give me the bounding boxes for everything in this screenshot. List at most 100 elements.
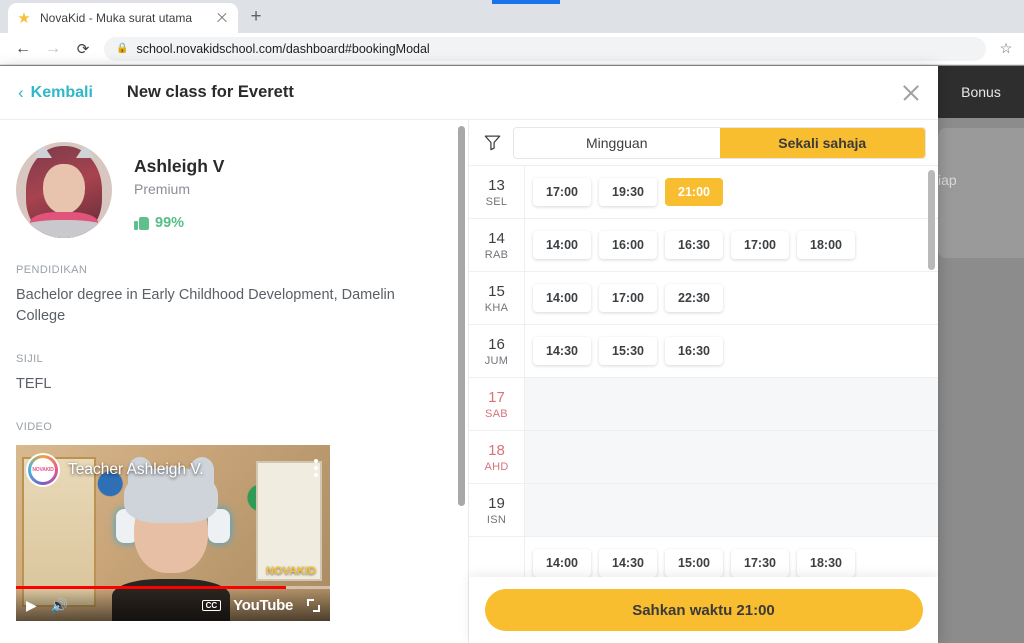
video-player[interactable]: NOVAKID Teacher Ashleigh V. NOVAKID ▶ 🔊 … — [16, 445, 330, 621]
time-slot[interactable]: 14:00 — [533, 549, 591, 577]
schedule-footer: Sahkan waktu 21:00 — [469, 577, 938, 643]
closed-captions-icon[interactable]: CC — [201, 599, 222, 611]
browser-tab-strip: ★ NovaKid - Muka surat utama + — [0, 0, 1024, 33]
schedule-mode-toggle: Mingguan Sekali sahaja — [513, 126, 926, 159]
novakid-logo-icon: NOVAKID — [26, 453, 60, 487]
education-text: Bachelor degree in Early Childhood Devel… — [16, 287, 395, 324]
time-slot-group — [525, 378, 938, 430]
time-slot[interactable]: 16:00 — [599, 231, 657, 259]
tab-mingguan[interactable]: Mingguan — [514, 127, 720, 158]
video-controls: ▶ 🔊 CC YouTube — [16, 589, 330, 621]
time-slot[interactable]: 14:30 — [599, 549, 657, 577]
tab-sekali-sahaja[interactable]: Sekali sahaja — [719, 127, 925, 158]
lock-icon: 🔒 — [116, 43, 129, 54]
volume-icon[interactable]: 🔊 — [51, 597, 68, 614]
day-weekday: RAB — [484, 248, 509, 261]
time-slot[interactable]: 22:30 — [665, 284, 723, 312]
time-slot[interactable]: 16:30 — [665, 231, 723, 259]
time-slot[interactable]: 15:00 — [665, 549, 723, 577]
teacher-plan-badge: Premium — [134, 181, 191, 197]
new-tab-button[interactable]: + — [245, 7, 267, 29]
browser-tab[interactable]: ★ NovaKid - Muka surat utama — [8, 3, 238, 33]
teacher-profile-pane: Ashleigh V Premium 99% PENDIDIKAN Bachel… — [0, 120, 468, 643]
time-slot-group: 14:30 15:30 16:30 — [525, 325, 938, 377]
day-cell: 18 AHD — [469, 431, 525, 483]
close-icon[interactable] — [898, 80, 924, 106]
day-weekday: SAB — [485, 407, 508, 420]
teacher-meta: Ashleigh V Premium 99% — [134, 142, 224, 231]
background-card — [938, 128, 1024, 258]
modal-header: ‹ Kembali New class for Everett — [0, 66, 938, 120]
schedule-day-row: 18 AHD — [469, 431, 938, 484]
bonus-bar[interactable]: Bonus — [938, 66, 1024, 118]
time-slot[interactable]: 17:30 — [731, 549, 789, 577]
play-icon[interactable]: ▶ — [26, 597, 37, 614]
address-bar[interactable]: 🔒 school.novakidschool.com/dashboard#boo… — [104, 36, 986, 61]
time-slot[interactable]: 15:30 — [599, 337, 657, 365]
time-slot[interactable]: 14:00 — [533, 284, 591, 312]
profile-scrollbar[interactable] — [458, 126, 465, 506]
bonus-label: Bonus — [961, 84, 1001, 100]
certificate-text: TEFL — [16, 376, 52, 392]
time-slot[interactable]: 14:00 — [533, 231, 591, 259]
rating-value: 99% — [155, 215, 185, 231]
day-weekday: KHA — [484, 301, 509, 314]
day-number: 16 — [488, 335, 505, 353]
time-slot[interactable]: 17:00 — [731, 231, 789, 259]
time-slot[interactable]: 14:30 — [533, 337, 591, 365]
schedule-day-row: 13 SEL 17:00 19:30 21:00 — [469, 166, 938, 219]
back-link[interactable]: ‹ Kembali — [18, 83, 93, 103]
more-options-icon[interactable] — [314, 459, 318, 477]
schedule-header: Mingguan Sekali sahaja — [469, 120, 938, 166]
close-icon[interactable] — [214, 10, 230, 26]
forward-button[interactable]: → — [38, 34, 68, 64]
reload-button[interactable]: ⟳ — [68, 34, 98, 64]
day-weekday: SEL — [485, 195, 508, 208]
back-button[interactable]: ← — [8, 34, 38, 64]
youtube-logo[interactable]: YouTube — [233, 597, 293, 614]
schedule-day-row: 15 KHA 14:00 17:00 22:30 — [469, 272, 938, 325]
time-slot-group: 14:00 17:00 22:30 — [525, 272, 938, 324]
day-number: 17 — [488, 388, 505, 406]
chevron-left-icon: ‹ — [18, 82, 24, 102]
certificate-label: SIJIL — [16, 353, 44, 365]
bookmark-star-icon[interactable]: ☆ — [994, 40, 1018, 57]
schedule-day-row: 16 JUM 14:30 15:30 16:30 — [469, 325, 938, 378]
page-title: New class for Everett — [126, 83, 294, 101]
time-slot[interactable]: 16:30 — [665, 337, 723, 365]
day-cell — [469, 537, 525, 577]
star-icon: ★ — [17, 9, 31, 27]
schedule-list[interactable]: 13 SEL 17:00 19:30 21:00 14 RAB 14:00 16:00 16:30… — [469, 166, 938, 577]
schedule-day-row: 19 ISN — [469, 484, 938, 537]
time-slot[interactable]: 18:00 — [797, 231, 855, 259]
day-weekday: ISN — [486, 513, 507, 526]
day-number: 14 — [488, 229, 505, 247]
schedule-day-row: 17 SAB — [469, 378, 938, 431]
novakid-logo-text: NOVAKID — [31, 458, 55, 482]
schedule-pane: Mingguan Sekali sahaja 13 SEL 17:00 19:30 21… — [468, 120, 938, 643]
day-cell: 16 JUM — [469, 325, 525, 377]
screen: ★ NovaKid - Muka surat utama + ← → ⟳ 🔒 s… — [0, 0, 1024, 643]
time-slot-group: 14:00 14:30 15:00 17:30 18:30 — [525, 537, 938, 577]
day-cell: 15 KHA — [469, 272, 525, 324]
time-slot[interactable]: 19:30 — [599, 178, 657, 206]
time-slot-group — [525, 431, 938, 483]
day-weekday: AHD — [484, 460, 509, 473]
day-cell: 17 SAB — [469, 378, 525, 430]
booking-modal: ‹ Kembali New class for Everett Ashleigh… — [0, 66, 938, 643]
time-slot[interactable]: 17:00 — [599, 284, 657, 312]
confirm-time-button[interactable]: Sahkan waktu 21:00 — [484, 589, 923, 631]
day-cell: 13 SEL — [469, 166, 525, 218]
avatar — [16, 142, 112, 238]
funnel-icon[interactable] — [479, 133, 505, 152]
day-cell: 14 RAB — [469, 219, 525, 271]
day-number: 15 — [488, 282, 505, 300]
time-slot[interactable]: 18:30 — [797, 549, 855, 577]
schedule-scrollbar[interactable] — [928, 170, 935, 270]
video-title: Teacher Ashleigh V. — [68, 461, 204, 478]
thumbs-up-icon — [134, 216, 149, 230]
fullscreen-icon[interactable] — [307, 598, 320, 612]
time-slot-group: 17:00 19:30 21:00 — [525, 166, 938, 218]
time-slot-selected[interactable]: 21:00 — [665, 178, 723, 206]
time-slot[interactable]: 17:00 — [533, 178, 591, 206]
